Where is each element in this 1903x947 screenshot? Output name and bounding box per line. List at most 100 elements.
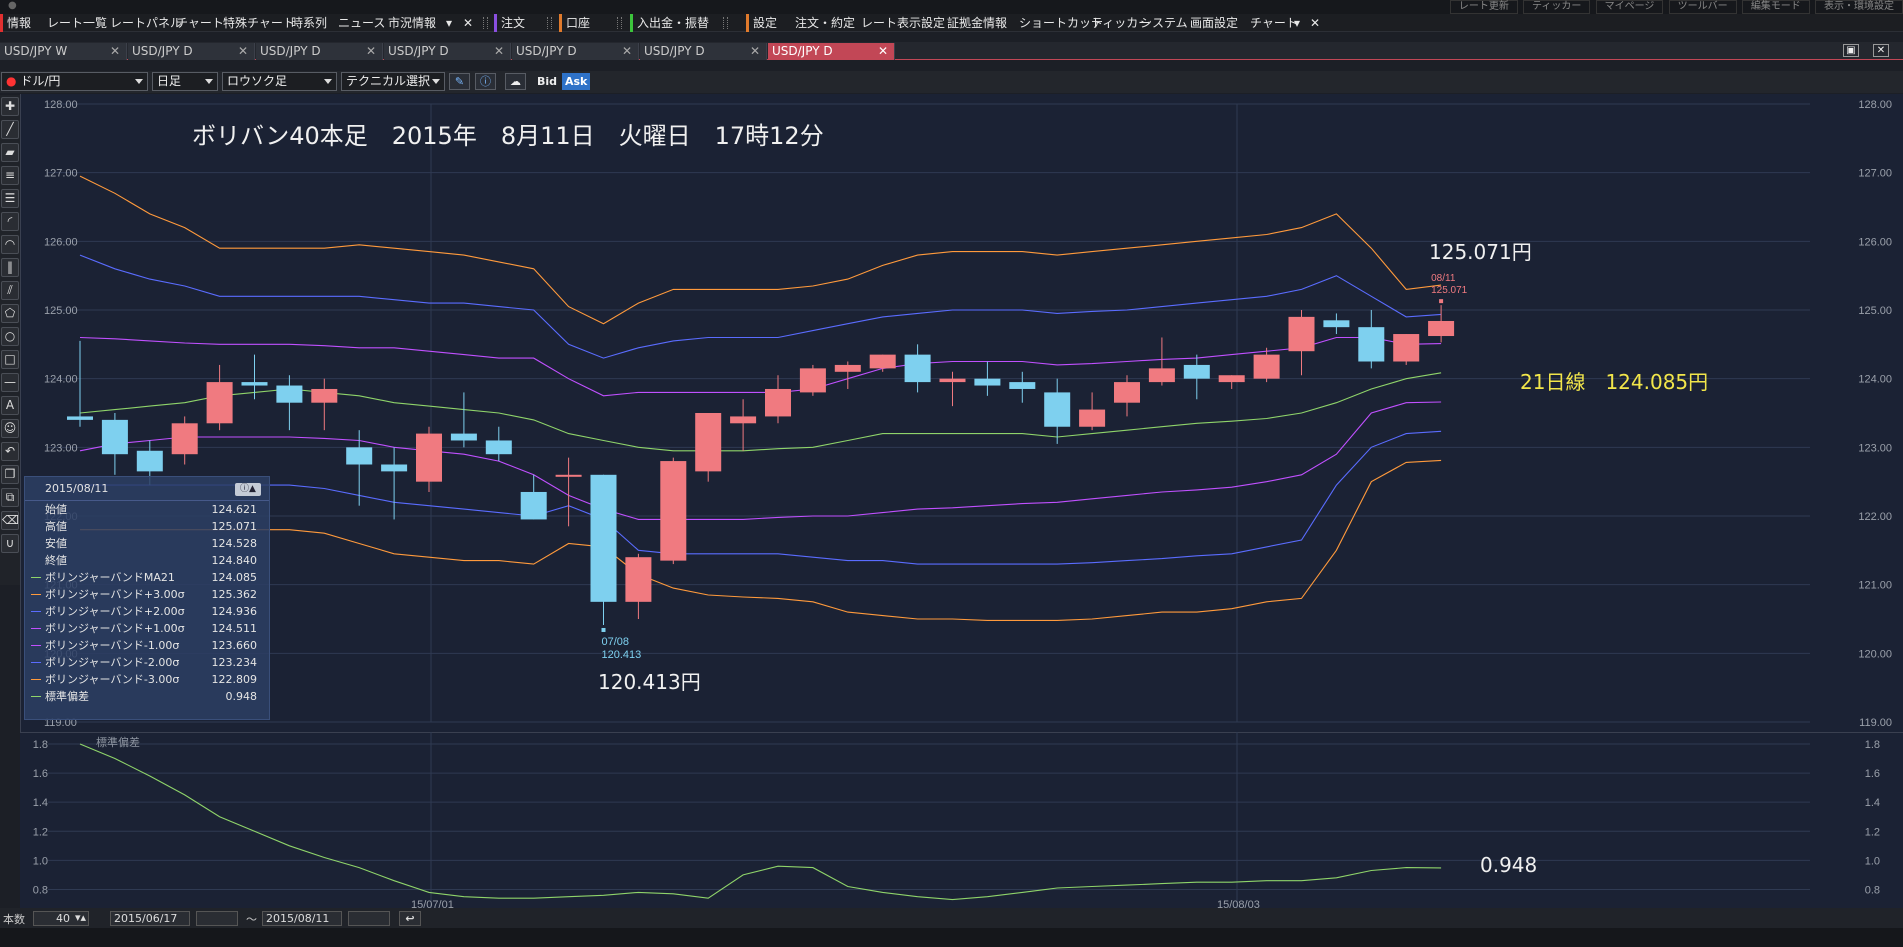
menu-top-item[interactable]: ● xyxy=(0,0,25,12)
to-date-input[interactable]: 2015/08/11 xyxy=(262,911,342,926)
toolbar-margin[interactable]: 証拠金情報 xyxy=(944,14,1010,32)
ruler-icon[interactable]: ▰ xyxy=(1,143,19,162)
close-icon[interactable]: ✕ xyxy=(460,14,476,32)
from-time-input[interactable] xyxy=(196,911,238,926)
count-down-icon[interactable]: ▾▴ xyxy=(75,911,86,924)
high-marker xyxy=(1439,299,1444,304)
toolbar-special-chart[interactable]: 特殊チャート xyxy=(220,14,298,32)
copy-icon[interactable]: ❐ xyxy=(1,465,19,484)
toolbar-grip[interactable] xyxy=(483,17,488,29)
price-chart[interactable]: 128.00 128.00 127.00 127.00 126.00 126.00 125.… xyxy=(20,94,1903,732)
from-date-input[interactable]: 2015/06/17 xyxy=(110,911,190,926)
tab-chart-3[interactable]: USD/JPY D ✕ xyxy=(256,43,383,60)
menu-ticker[interactable]: ティッカー xyxy=(1523,0,1591,14)
candle-body xyxy=(485,440,512,455)
maximize-icon[interactable]: ▣ xyxy=(1843,44,1859,57)
stddev-y-label: 1.8 xyxy=(33,739,48,751)
eraser-icon[interactable]: ⌫ xyxy=(1,511,19,530)
close-icon[interactable]: ✕ xyxy=(878,43,888,60)
toolbar-deposit[interactable]: 入出金・振替 xyxy=(630,14,712,32)
menu-rate-update[interactable]: レート更新 xyxy=(1449,0,1518,14)
menu-edit-mode[interactable]: 編集モード xyxy=(1741,0,1810,14)
y-tick-label: 123.00 xyxy=(44,442,78,454)
toolbar-chart[interactable]: チャート xyxy=(173,14,227,32)
close-icon[interactable]: ✕ xyxy=(1873,44,1889,57)
tab-chart-active[interactable]: USD/JPY D ✕ xyxy=(768,43,895,60)
refresh-icon[interactable]: ↩ xyxy=(399,911,421,926)
candle-body xyxy=(241,382,268,386)
area-chart-icon[interactable]: ☁ xyxy=(505,73,526,90)
undo-icon[interactable]: ↶ xyxy=(1,442,19,461)
pentagon-icon[interactable]: ⬠ xyxy=(1,304,19,323)
toolbar-timeseries[interactable]: 時系列 xyxy=(288,14,330,32)
close-icon[interactable]: ✕ xyxy=(494,43,504,60)
info-toggle-icon[interactable]: ⓘ▲ xyxy=(235,483,261,496)
menu-display-settings[interactable]: 表示・環境設定 xyxy=(1815,0,1903,14)
rectangle-icon[interactable]: □ xyxy=(1,350,19,369)
toolbar-order[interactable]: 注文 xyxy=(494,14,528,32)
currency-pair-select[interactable]: ● ドル/円 xyxy=(1,72,148,91)
price-chart-svg[interactable]: 128.00 128.00 127.00 127.00 126.00 126.00 125.… xyxy=(20,94,1903,732)
channel-icon[interactable]: ⫽ xyxy=(1,281,19,300)
toolbar-order-execution[interactable]: 注文・約定 xyxy=(792,14,858,32)
toolbar-grip[interactable] xyxy=(723,17,728,29)
toolbar-settings[interactable]: 設定 xyxy=(746,14,780,32)
close-icon[interactable]: ✕ xyxy=(366,43,376,60)
chevron-down-icon[interactable]: ▾ xyxy=(443,14,455,32)
toolbar-rate-list[interactable]: レート一覧 xyxy=(44,14,110,32)
toolbar-rate-display[interactable]: レート表示設定 xyxy=(858,14,948,32)
series-swatch xyxy=(31,696,41,697)
toolbar-news[interactable]: ニュース xyxy=(335,14,388,32)
to-time-input[interactable] xyxy=(348,911,390,926)
circle-icon[interactable]: ○ xyxy=(1,327,19,346)
close-icon[interactable]: ✕ xyxy=(1307,14,1323,32)
low-tag-date: 07/08 xyxy=(602,636,630,648)
menu-mypage[interactable]: マイページ xyxy=(1595,0,1664,14)
icon-tool-icon[interactable]: ☺ xyxy=(1,419,19,438)
tab-chart-4[interactable]: USD/JPY D ✕ xyxy=(384,43,511,60)
toolbar-info[interactable]: 情報 xyxy=(0,14,34,32)
candle-body xyxy=(1428,320,1455,337)
close-icon[interactable]: ✕ xyxy=(750,43,760,60)
chevron-down-icon[interactable]: ▾ xyxy=(1291,14,1303,32)
vertical-lines-icon[interactable]: ‖ xyxy=(1,258,19,277)
fan-icon[interactable]: ◜ xyxy=(1,212,19,231)
tab-chart-1[interactable]: USD/JPY W ✕ xyxy=(0,43,127,60)
close-icon[interactable]: ✕ xyxy=(238,43,248,60)
tab-chart-6[interactable]: USD/JPY D ✕ xyxy=(640,43,767,60)
bid-button[interactable]: Bid xyxy=(534,73,560,90)
toolbar-grip[interactable] xyxy=(617,17,622,29)
info-icon[interactable]: ⓘ xyxy=(475,73,496,90)
toolbar-market-info[interactable]: 市況情報 xyxy=(385,14,439,32)
tab-chart-2[interactable]: USD/JPY D ✕ xyxy=(128,43,255,60)
magnet-icon[interactable]: ∪ xyxy=(1,534,19,553)
toolbar-account[interactable]: 口座 xyxy=(559,14,593,32)
info-row: ボリンジャーバンド-2.00σ 123.234 xyxy=(25,654,269,671)
layers-icon[interactable]: ⧉ xyxy=(1,488,19,507)
toolbar-screen-settings[interactable]: 画面設定 xyxy=(1187,14,1241,32)
arc-icon[interactable]: ◠ xyxy=(1,235,19,254)
chart-type-select[interactable]: ロウソク足 xyxy=(222,72,337,91)
crosshair-icon[interactable]: ✚ xyxy=(1,97,19,116)
text-icon[interactable]: A xyxy=(1,396,19,415)
trendline-icon[interactable]: ╱ xyxy=(1,120,19,139)
candle-body xyxy=(1079,409,1106,427)
close-icon[interactable]: ✕ xyxy=(110,43,120,60)
close-icon[interactable]: ✕ xyxy=(622,43,632,60)
tab-chart-5[interactable]: USD/JPY D ✕ xyxy=(512,43,639,60)
pencil-icon[interactable]: ✎ xyxy=(449,73,470,90)
technical-select[interactable]: テクニカル選択 xyxy=(341,72,445,91)
high-tag-date: 08/11 xyxy=(1431,273,1456,284)
toolbar-grip[interactable] xyxy=(547,17,552,29)
stddev-chart[interactable]: 1.8 1.8 1.6 1.6 1.4 1.4 1.2 1.2 1.0 1.0 0.8 0.8 標準偏差… xyxy=(20,732,1903,911)
stddev-chart-svg[interactable]: 1.8 1.8 1.6 1.6 1.4 1.4 1.2 1.2 1.0 1.0 0.8 0.8 標準偏差… xyxy=(20,732,1903,911)
ohlc-info-panel[interactable]: 2015/08/11 ⓘ▲ 始値 124.621 高値 125.071 安値 124.52… xyxy=(24,476,270,720)
horizontal-lines-icon[interactable]: ≡ xyxy=(1,166,19,185)
menu-toolbar[interactable]: ツールバー xyxy=(1668,0,1737,14)
toolbar-system[interactable]: システム xyxy=(1137,14,1191,32)
horizontal-line-icon[interactable]: — xyxy=(1,373,19,392)
info-row: 始値 124.621 xyxy=(25,501,269,518)
ask-button[interactable]: Ask xyxy=(562,73,591,90)
parallel-lines-icon[interactable]: ☰ xyxy=(1,189,19,208)
timeframe-select[interactable]: 日足 xyxy=(152,72,218,91)
